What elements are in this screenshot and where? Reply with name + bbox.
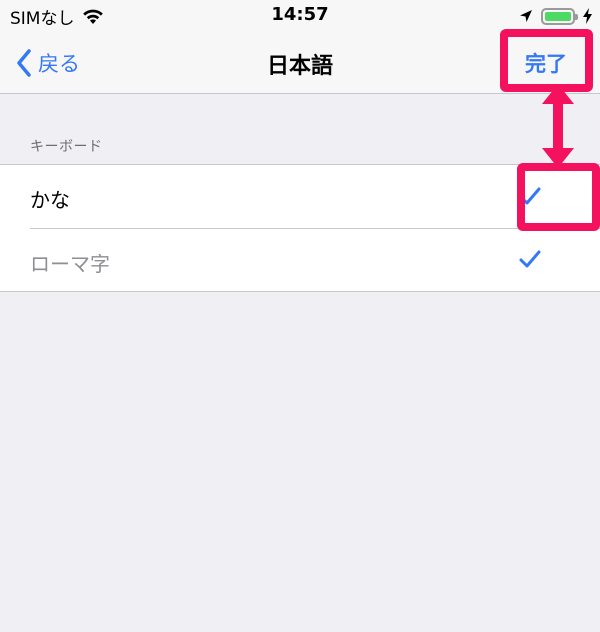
list-item-kana[interactable]: かな: [0, 165, 600, 228]
status-right: [519, 5, 592, 27]
battery-nub: [575, 13, 578, 20]
list-item-label: ローマ字: [30, 252, 110, 276]
charging-bolt-icon: [583, 8, 592, 24]
status-bar: SIMなし 14:57: [0, 0, 600, 32]
location-arrow-icon: [520, 10, 532, 22]
annotation-arrow-icon: [542, 84, 574, 168]
battery-level: [545, 11, 571, 21]
annotation-highlight-checkmark: [517, 163, 600, 231]
settings-screen: SIMなし 14:57 戻る 日本語 完了 キーボード かな ローマ字: [0, 0, 600, 632]
list-item-romaji[interactable]: ローマ字: [0, 228, 600, 291]
checkmark-icon: [519, 250, 541, 268]
row-content: ローマ字: [30, 228, 600, 291]
battery-icon: [541, 7, 578, 25]
annotation-highlight-done: [500, 29, 593, 92]
section-header: キーボード: [30, 139, 103, 155]
row-content: かな: [30, 165, 600, 228]
keyboard-list: かな ローマ字: [0, 164, 600, 292]
list-item-label: かな: [30, 188, 70, 212]
status-time: 14:57: [271, 4, 329, 25]
